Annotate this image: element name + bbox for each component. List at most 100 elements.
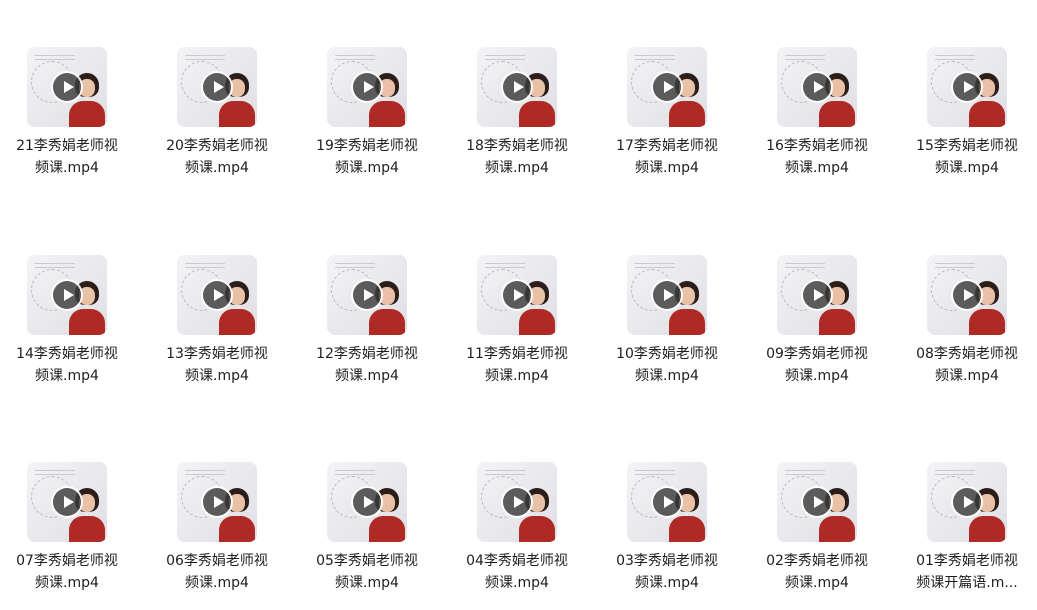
video-thumbnail-icon[interactable]	[27, 47, 107, 127]
file-name[interactable]: 17李秀娟老师视 频课.mp4	[592, 135, 742, 179]
whiteboard-text-lines	[785, 263, 825, 268]
file-name-line2: 频课.mp4	[785, 368, 849, 384]
file-name[interactable]: 18李秀娟老师视 频课.mp4	[442, 135, 592, 179]
video-file-item[interactable]: 10李秀娟老师视 频课.mp4	[592, 255, 742, 387]
video-thumbnail-icon[interactable]	[27, 462, 107, 542]
play-icon[interactable]	[53, 73, 81, 101]
file-name[interactable]: 19李秀娟老师视 频课.mp4	[292, 135, 442, 179]
file-name[interactable]: 14李秀娟老师视 频课.mp4	[0, 343, 142, 387]
video-thumbnail-icon[interactable]	[327, 255, 407, 335]
play-icon[interactable]	[803, 73, 831, 101]
video-file-item[interactable]: 02李秀娟老师视 频课.mp4	[742, 462, 892, 594]
file-name[interactable]: 01李秀娟老师视 频课开篇语.m...	[892, 550, 1037, 594]
presenter-shirt	[969, 309, 1005, 335]
play-icon[interactable]	[653, 488, 681, 516]
play-icon[interactable]	[803, 488, 831, 516]
whiteboard-text-lines	[335, 55, 375, 60]
file-name[interactable]: 13李秀娟老师视 频课.mp4	[142, 343, 292, 387]
video-thumbnail-icon[interactable]	[777, 255, 857, 335]
file-name[interactable]: 08李秀娟老师视 频课.mp4	[892, 343, 1037, 387]
presenter-shirt	[219, 309, 255, 335]
play-icon[interactable]	[203, 73, 231, 101]
play-icon[interactable]	[503, 73, 531, 101]
whiteboard-text-lines	[35, 55, 75, 60]
video-thumbnail-icon[interactable]	[477, 462, 557, 542]
video-file-item[interactable]: 01李秀娟老师视 频课开篇语.m...	[892, 462, 1037, 594]
video-file-item[interactable]: 17李秀娟老师视 频课.mp4	[592, 47, 742, 179]
video-file-item[interactable]: 05李秀娟老师视 频课.mp4	[292, 462, 442, 594]
file-name[interactable]: 06李秀娟老师视 频课.mp4	[142, 550, 292, 594]
video-file-item[interactable]: 15李秀娟老师视 频课.mp4	[892, 47, 1037, 179]
video-file-item[interactable]: 07李秀娟老师视 频课.mp4	[0, 462, 142, 594]
play-icon[interactable]	[53, 281, 81, 309]
play-icon[interactable]	[803, 281, 831, 309]
video-file-item[interactable]: 14李秀娟老师视 频课.mp4	[0, 255, 142, 387]
video-thumbnail-icon[interactable]	[927, 47, 1007, 127]
play-icon[interactable]	[203, 281, 231, 309]
video-file-item[interactable]: 03李秀娟老师视 频课.mp4	[592, 462, 742, 594]
whiteboard-text-lines	[185, 470, 225, 475]
video-thumbnail-icon[interactable]	[327, 462, 407, 542]
video-file-item[interactable]: 06李秀娟老师视 频课.mp4	[142, 462, 292, 594]
play-icon[interactable]	[53, 488, 81, 516]
play-icon[interactable]	[953, 281, 981, 309]
video-file-item[interactable]: 08李秀娟老师视 频课.mp4	[892, 255, 1037, 387]
whiteboard-text-lines	[485, 470, 525, 475]
presenter-shirt	[819, 516, 855, 542]
play-icon[interactable]	[353, 281, 381, 309]
presenter-shirt	[219, 516, 255, 542]
file-name[interactable]: 21李秀娟老师视 频课.mp4	[0, 135, 142, 179]
video-thumbnail-icon[interactable]	[177, 47, 257, 127]
video-file-item[interactable]: 19李秀娟老师视 频课.mp4	[292, 47, 442, 179]
play-icon[interactable]	[353, 488, 381, 516]
file-name[interactable]: 12李秀娟老师视 频课.mp4	[292, 343, 442, 387]
video-thumbnail-icon[interactable]	[477, 255, 557, 335]
file-name[interactable]: 07李秀娟老师视 频课.mp4	[0, 550, 142, 594]
video-file-item[interactable]: 04李秀娟老师视 频课.mp4	[442, 462, 592, 594]
video-file-item[interactable]: 09李秀娟老师视 频课.mp4	[742, 255, 892, 387]
play-icon[interactable]	[953, 488, 981, 516]
file-name[interactable]: 15李秀娟老师视 频课.mp4	[892, 135, 1037, 179]
video-thumbnail-icon[interactable]	[27, 255, 107, 335]
presenter-shirt	[69, 309, 105, 335]
video-file-item[interactable]: 18李秀娟老师视 频课.mp4	[442, 47, 592, 179]
play-icon[interactable]	[653, 73, 681, 101]
video-file-item[interactable]: 11李秀娟老师视 频课.mp4	[442, 255, 592, 387]
file-name-line1: 14李秀娟老师视	[16, 346, 118, 362]
video-thumbnail-icon[interactable]	[477, 47, 557, 127]
video-file-item[interactable]: 16李秀娟老师视 频课.mp4	[742, 47, 892, 179]
play-icon[interactable]	[503, 488, 531, 516]
video-thumbnail-icon[interactable]	[777, 47, 857, 127]
file-name[interactable]: 05李秀娟老师视 频课.mp4	[292, 550, 442, 594]
video-file-item[interactable]: 12李秀娟老师视 频课.mp4	[292, 255, 442, 387]
play-icon[interactable]	[503, 281, 531, 309]
file-name[interactable]: 02李秀娟老师视 频课.mp4	[742, 550, 892, 594]
file-name[interactable]: 16李秀娟老师视 频课.mp4	[742, 135, 892, 179]
play-icon[interactable]	[953, 73, 981, 101]
presenter-face	[829, 79, 845, 97]
video-thumbnail-icon[interactable]	[177, 255, 257, 335]
video-thumbnail-icon[interactable]	[177, 462, 257, 542]
video-thumbnail-icon[interactable]	[777, 462, 857, 542]
video-thumbnail-icon[interactable]	[627, 462, 707, 542]
video-file-item[interactable]: 20李秀娟老师视 频课.mp4	[142, 47, 292, 179]
file-name[interactable]: 11李秀娟老师视 频课.mp4	[442, 343, 592, 387]
file-name[interactable]: 09李秀娟老师视 频课.mp4	[742, 343, 892, 387]
video-file-item[interactable]: 13李秀娟老师视 频课.mp4	[142, 255, 292, 387]
file-name-line2: 频课.mp4	[485, 368, 549, 384]
file-name[interactable]: 04李秀娟老师视 频课.mp4	[442, 550, 592, 594]
play-icon[interactable]	[353, 73, 381, 101]
file-name[interactable]: 10李秀娟老师视 频课.mp4	[592, 343, 742, 387]
video-thumbnail-icon[interactable]	[627, 47, 707, 127]
file-name[interactable]: 20李秀娟老师视 频课.mp4	[142, 135, 292, 179]
play-icon[interactable]	[653, 281, 681, 309]
file-name-line1: 06李秀娟老师视	[166, 553, 268, 569]
file-name[interactable]: 03李秀娟老师视 频课.mp4	[592, 550, 742, 594]
play-icon[interactable]	[203, 488, 231, 516]
video-file-item[interactable]: 21李秀娟老师视 频课.mp4	[0, 47, 142, 179]
video-thumbnail-icon[interactable]	[327, 47, 407, 127]
video-thumbnail-icon[interactable]	[927, 255, 1007, 335]
video-thumbnail-icon[interactable]	[627, 255, 707, 335]
whiteboard-text-lines	[485, 263, 525, 268]
video-thumbnail-icon[interactable]	[927, 462, 1007, 542]
